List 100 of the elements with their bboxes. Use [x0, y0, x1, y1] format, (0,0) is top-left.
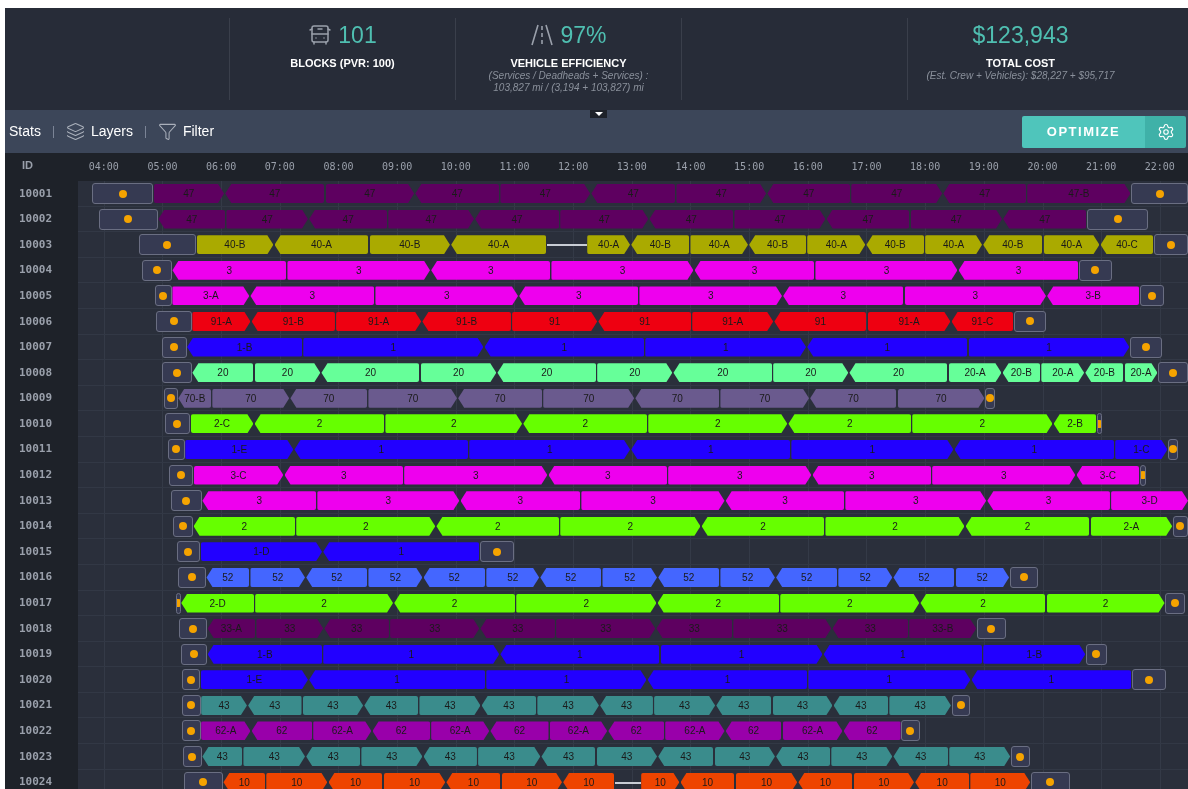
trip-block[interactable]: 43 — [361, 747, 423, 767]
trip-block[interactable]: 70 — [212, 388, 290, 408]
trip-block[interactable]: 3 — [958, 260, 1079, 280]
trip-block[interactable]: 43 — [772, 695, 833, 715]
trip-block[interactable]: 2 — [965, 516, 1090, 536]
trip-block[interactable]: 40-A — [274, 235, 369, 255]
trip-block[interactable]: 20-B — [1085, 363, 1124, 383]
trip-block[interactable]: 43 — [893, 747, 949, 767]
depot-block[interactable] — [985, 387, 995, 409]
trip-block[interactable]: 91-A — [192, 311, 251, 331]
trip-block[interactable]: 2 — [255, 593, 394, 613]
depot-block[interactable] — [98, 208, 158, 230]
trip-block[interactable]: 62-A — [313, 721, 372, 741]
trip-block[interactable]: 3 — [845, 491, 987, 511]
trip-block[interactable]: 43 — [833, 695, 889, 715]
trip-block[interactable]: 10 — [563, 772, 615, 789]
trip-block[interactable]: 2 — [385, 414, 523, 434]
trip-block[interactable]: 70 — [810, 388, 897, 408]
depot-block[interactable] — [163, 387, 178, 409]
trip-block[interactable]: 62-A — [782, 721, 843, 741]
trip-block[interactable]: 40-B — [196, 235, 274, 255]
trip-block[interactable]: 52 — [540, 567, 602, 587]
trip-block[interactable]: 3 — [287, 260, 430, 280]
trip-block[interactable]: 62-A — [665, 721, 725, 741]
trip-block[interactable]: 10 — [266, 772, 328, 789]
trip-block[interactable]: 3-B — [1047, 286, 1140, 306]
trip-block[interactable]: 10 — [383, 772, 446, 789]
depot-block[interactable] — [170, 490, 202, 512]
trip-block[interactable]: 3 — [519, 286, 639, 306]
trip-block[interactable]: 52 — [486, 567, 540, 587]
trip-block[interactable]: 52 — [368, 567, 423, 587]
trip-block[interactable]: 3 — [932, 465, 1076, 485]
trip-block[interactable]: 3 — [668, 465, 812, 485]
settings-button[interactable] — [1145, 115, 1186, 148]
trip-block[interactable]: 2 — [780, 593, 920, 613]
trip-block[interactable]: 91-C — [951, 311, 1014, 331]
trip-block[interactable]: 10 — [970, 772, 1031, 789]
trip-block[interactable]: 62 — [608, 721, 665, 741]
trip-block[interactable]: 20-A — [948, 363, 1002, 383]
depot-block[interactable] — [175, 592, 181, 614]
trip-block[interactable]: 40-A — [690, 235, 748, 255]
trip-block[interactable]: 2-B — [1053, 414, 1097, 434]
trip-block[interactable]: 91 — [774, 311, 867, 331]
trip-block[interactable]: 70 — [720, 388, 809, 408]
trip-block[interactable]: 2 — [701, 516, 825, 536]
trip-block[interactable]: 40-B — [983, 235, 1043, 255]
depot-block[interactable] — [1139, 285, 1164, 307]
toolbar-button[interactable]: Filter — [157, 121, 215, 142]
depot-block[interactable] — [1158, 362, 1188, 384]
depot-block[interactable] — [183, 746, 202, 768]
trip-block[interactable]: 10 — [223, 772, 266, 789]
toolbar-button[interactable]: Layers — [65, 121, 133, 142]
trip-block[interactable]: 43 — [831, 747, 893, 767]
trip-block[interactable]: 70 — [635, 388, 720, 408]
depot-block[interactable] — [1030, 771, 1071, 789]
depot-block[interactable] — [181, 720, 201, 742]
depot-block[interactable] — [183, 771, 223, 789]
depot-block[interactable] — [178, 618, 208, 640]
trip-block[interactable]: 43 — [889, 695, 951, 715]
trip-block[interactable]: 2 — [912, 414, 1053, 434]
trip-block[interactable]: 3 — [375, 286, 518, 306]
trip-block[interactable]: 70-B — [178, 388, 212, 408]
trip-block[interactable]: 3 — [639, 286, 782, 306]
trip-block[interactable]: 2 — [436, 516, 560, 536]
trip-block[interactable]: 2 — [657, 593, 780, 613]
trip-block[interactable]: 43 — [306, 747, 361, 767]
trip-block[interactable]: 91-B — [251, 311, 335, 331]
trip-block[interactable]: 10 — [328, 772, 383, 789]
depot-block[interactable] — [173, 515, 193, 537]
trip-block[interactable]: 40-B — [631, 235, 690, 255]
depot-block[interactable] — [1087, 208, 1149, 230]
depot-block[interactable] — [181, 669, 200, 691]
trip-block[interactable]: 91 — [512, 311, 598, 331]
depot-block[interactable] — [1010, 746, 1030, 768]
trip-block[interactable]: 43 — [596, 747, 658, 767]
trip-block[interactable]: 62-A — [201, 721, 251, 741]
trip-block[interactable]: 43 — [658, 747, 714, 767]
trip-block[interactable]: 43 — [776, 747, 831, 767]
trip-block[interactable]: 2 — [254, 414, 385, 434]
depot-block[interactable] — [1139, 464, 1146, 486]
collapse-tab[interactable] — [590, 110, 607, 118]
trip-block[interactable]: 62-A — [549, 721, 608, 741]
trip-block[interactable]: 20 — [497, 363, 596, 383]
depot-block[interactable] — [1168, 438, 1178, 460]
depot-block[interactable] — [1165, 592, 1186, 614]
trip-block[interactable]: 40-A — [587, 235, 631, 255]
trip-block[interactable]: 43 — [716, 695, 772, 715]
trip-block[interactable]: 52 — [893, 567, 955, 587]
trip-block[interactable]: 2 — [296, 516, 436, 536]
trip-block[interactable]: 2 — [560, 516, 701, 536]
depot-block[interactable] — [1172, 515, 1188, 537]
trip-block[interactable]: 3 — [202, 491, 317, 511]
trip-block[interactable]: 3 — [904, 286, 1046, 306]
depot-block[interactable] — [92, 183, 154, 204]
depot-block[interactable] — [161, 362, 192, 384]
trip-block[interactable]: 20 — [673, 363, 772, 383]
trip-block[interactable]: 52 — [306, 567, 368, 587]
depot-block[interactable] — [167, 438, 185, 460]
trip-block[interactable]: 40-A — [1043, 235, 1100, 255]
trip-block[interactable]: 43 — [481, 695, 537, 715]
